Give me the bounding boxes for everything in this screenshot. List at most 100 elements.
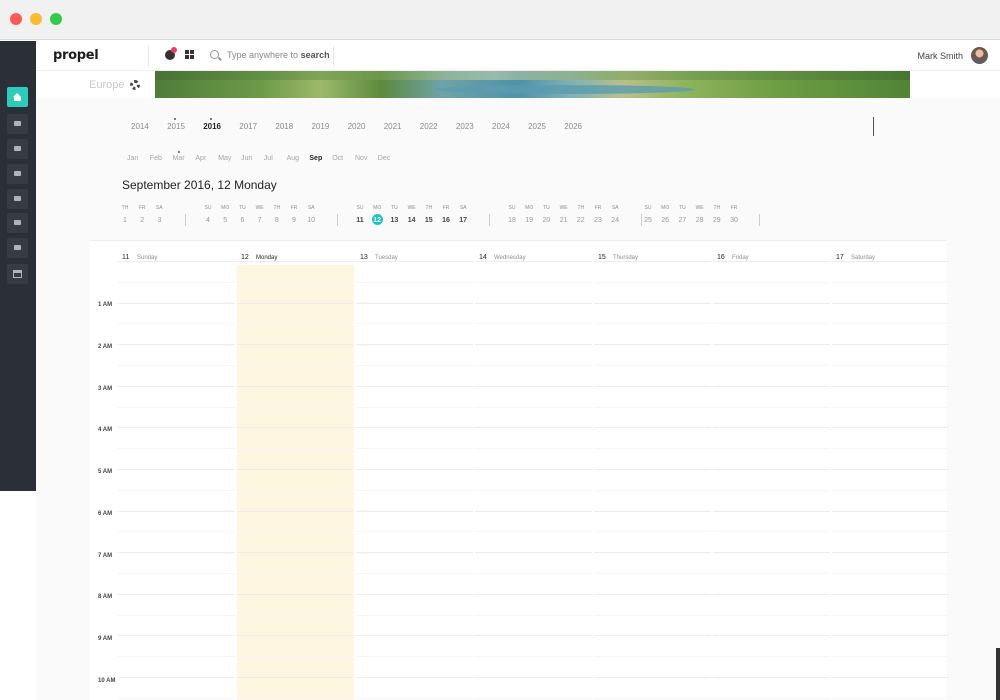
hour-label: 6 AM [98,510,113,517]
time-slot-line [356,344,473,346]
gear-icon[interactable] [130,80,140,90]
mini-day[interactable]: 26 [658,217,672,224]
time-slot-line [594,281,711,283]
mini-day[interactable]: 17 [456,217,470,224]
mini-day[interactable]: 18 [505,217,519,224]
time-slot-line [475,489,592,491]
mini-day[interactable]: 2 [135,217,149,224]
year-option[interactable]: 2018 [275,122,293,131]
mini-day[interactable]: 22 [574,217,588,224]
time-slot-line [832,261,949,262]
time-slot-line [713,510,830,512]
sidebar-item-home[interactable] [7,87,28,107]
mini-day[interactable]: 24 [608,217,622,224]
month-option[interactable]: Nov [355,155,367,162]
apps-grid-icon[interactable] [185,50,194,59]
mini-day[interactable]: 28 [693,217,707,224]
year-option[interactable]: 2025 [528,122,546,131]
search-input[interactable]: Type anywhere to search [227,50,330,60]
month-option[interactable]: Jun [241,155,252,162]
year-option[interactable]: 2019 [312,122,330,131]
scrollbar-thumb[interactable] [996,648,1000,700]
mini-day[interactable]: 7 [253,217,267,224]
mini-day[interactable]: 30 [727,217,741,224]
mini-day[interactable]: 9 [287,217,301,224]
mini-day[interactable]: 13 [387,217,401,224]
time-slot-line [713,656,830,658]
window-maximize-button[interactable] [50,13,62,25]
time-slot-line [237,365,354,366]
time-slot-line [713,344,830,346]
mini-day[interactable]: 14 [405,217,419,224]
mini-day[interactable]: 5 [218,217,232,224]
user-name[interactable]: Mark Smith [917,51,963,61]
day-column-monday[interactable] [237,261,354,700]
mini-day[interactable]: 29 [710,217,724,224]
month-option[interactable]: Apr [195,155,206,162]
day-column-friday[interactable] [713,261,830,700]
sidebar-item-1[interactable] [7,114,28,134]
mini-day[interactable]: 4 [201,217,215,224]
mini-day[interactable]: 8 [270,217,284,224]
sidebar-item-5[interactable] [7,213,28,233]
region-label[interactable]: Europe [89,79,124,91]
day-column-saturday[interactable] [832,261,949,700]
time-slot-line [832,344,949,346]
time-slot-line [475,469,592,470]
month-option[interactable]: Jan [127,155,138,162]
month-option[interactable]: Jul [264,155,273,162]
mini-day[interactable]: 3 [152,217,166,224]
time-slot-line [475,552,592,554]
year-option[interactable]: 2014 [131,122,149,131]
month-option[interactable]: Aug [287,155,299,162]
mini-day[interactable]: 16 [439,217,453,224]
mini-day[interactable]: 11 [353,217,367,224]
year-option[interactable]: 2023 [456,122,474,131]
year-option[interactable]: 2017 [239,122,257,131]
calendar-icon [13,270,22,278]
sidebar-item-calendar[interactable] [7,264,28,284]
time-slot-line [594,385,711,387]
day-column-thursday[interactable] [594,261,711,700]
time-slot-line [475,510,592,512]
month-option[interactable]: Oct [332,155,343,162]
sidebar-item-4[interactable] [7,189,28,209]
mini-weekday-label: FR [442,205,450,211]
month-option[interactable]: Mar [173,151,185,162]
avatar[interactable] [971,47,988,64]
sidebar-item-2[interactable] [7,139,28,159]
year-option[interactable]: 2022 [420,122,438,131]
mini-day[interactable]: 1 [118,217,132,224]
month-option[interactable]: May [218,155,231,162]
mini-day[interactable]: 27 [675,217,689,224]
year-option[interactable]: 2021 [384,122,402,131]
year-option[interactable]: 2015 [167,118,185,131]
top-header: propel Type anywhere to search Mark Smit… [36,41,1000,71]
window-close-button[interactable] [10,13,22,25]
mini-day[interactable]: 6 [235,217,249,224]
month-option[interactable]: Sep [309,155,322,162]
day-column-sunday[interactable] [118,261,235,700]
year-option[interactable]: 2024 [492,122,510,131]
month-option[interactable]: Feb [150,155,162,162]
mini-day[interactable]: 15 [422,217,436,224]
mini-day[interactable]: 10 [304,217,318,224]
day-column-wednesday[interactable] [475,261,592,700]
time-slot-line [356,448,473,450]
mini-day[interactable]: 19 [522,217,536,224]
month-option[interactable]: Dec [378,155,390,162]
mini-day[interactable]: 12 [370,217,384,224]
window-minimize-button[interactable] [30,13,42,25]
hour-label: 2 AM [98,343,113,350]
mini-day[interactable]: 25 [641,217,655,224]
day-column-tuesday[interactable] [356,261,473,700]
mini-day[interactable]: 20 [539,217,553,224]
sidebar-item-6[interactable] [7,238,28,258]
year-option[interactable]: 2016 [203,118,221,131]
app-logo[interactable]: propel [53,48,99,63]
year-option[interactable]: 2026 [564,122,582,131]
year-option[interactable]: 2020 [348,122,366,131]
mini-day[interactable]: 21 [557,217,571,224]
sidebar-item-3[interactable] [7,164,28,184]
mini-day[interactable]: 23 [591,217,605,224]
